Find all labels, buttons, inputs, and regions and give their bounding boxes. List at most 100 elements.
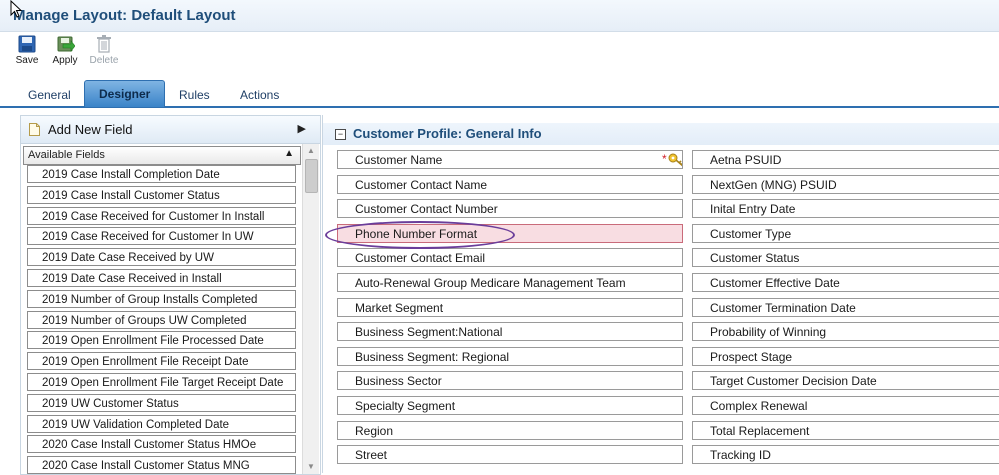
apply-label: Apply [52, 55, 78, 66]
available-field-item[interactable]: 2019 Open Enrollment File Processed Date [27, 331, 296, 350]
layout-field-region[interactable]: Region [337, 420, 683, 440]
scroll-down-icon[interactable]: ▼ [303, 460, 319, 474]
fields-scrollbar[interactable]: ▲ ▼ [302, 144, 319, 474]
tab-designer[interactable]: Designer [84, 80, 166, 107]
chevron-up-icon: ▲ [284, 148, 294, 159]
layout-field-label: Specialty Segment [355, 399, 456, 413]
collapse-icon[interactable]: − [335, 129, 346, 140]
layout-field-label: Market Segment [355, 300, 444, 315]
available-field-item[interactable]: 2020 Case Install Customer Status HMOe [27, 435, 296, 454]
available-field-item[interactable]: 2020 Case Install Customer Status MNG [27, 456, 296, 474]
layout-field-tracking-id[interactable]: Tracking ID [692, 445, 999, 465]
layout-field-phone-number-format[interactable]: Phone Number Format [337, 223, 683, 243]
add-new-field-button[interactable]: Add New Field ▶ [21, 116, 320, 144]
layout-field-label: Inital Entry Date [710, 202, 796, 217]
section-header: − Customer Profile: General Info [323, 123, 999, 145]
layout-field-label: Customer Termination Date [710, 300, 856, 315]
layout-field-specialty-segment[interactable]: Specialty Segment [337, 396, 683, 415]
available-field-item[interactable]: 2019 Open Enrollment File Receipt Date [27, 352, 296, 371]
delete-button[interactable]: Delete [87, 33, 121, 69]
tab-rules[interactable]: Rules [173, 84, 216, 106]
available-field-item[interactable]: 2019 Date Case Received in Install [27, 269, 296, 287]
layout-field-aetna-psuid[interactable]: Aetna PSUID [692, 150, 999, 169]
layout-field-label: Prospect Stage [710, 349, 793, 364]
layout-field-label: Probability of Winning [710, 325, 827, 340]
title-bar: Manage Layout: Default Layout [0, 0, 999, 32]
available-fields-header[interactable]: Available Fields ▲ [23, 146, 301, 165]
layout-designer-panel: − Customer Profile: General Info Custome… [322, 115, 999, 473]
mouse-pointer-icon [10, 0, 22, 18]
layout-field-label: Customer Name [355, 153, 443, 167]
section-title: Customer Profile: General Info [353, 126, 542, 141]
available-field-item[interactable]: 2019 UW Validation Completed Date [27, 414, 296, 433]
layout-field-label: Street [355, 448, 388, 463]
layout-field-target-customer-decision-date[interactable]: Target Customer Decision Date [692, 371, 999, 391]
layout-field-label: Business Segment:National [355, 325, 503, 340]
layout-field-auto-renewal-group-medicare-management-team[interactable]: Auto-Renewal Group Medicare Management T… [337, 273, 683, 292]
available-field-item[interactable]: 2019 Number of Groups UW Completed [27, 310, 296, 329]
layout-field-label: Total Replacement [710, 423, 810, 438]
delete-label: Delete [89, 55, 119, 66]
scroll-up-icon[interactable]: ▲ [303, 144, 319, 158]
layout-field-label: Complex Renewal [710, 399, 808, 413]
layout-field-customer-name[interactable]: Customer Name * [337, 150, 683, 169]
layout-field-inital-entry-date[interactable]: Inital Entry Date [692, 199, 999, 219]
page-title: Manage Layout: Default Layout [13, 7, 236, 24]
layout-field-customer-termination-date[interactable]: Customer Termination Date [692, 297, 999, 317]
apply-button[interactable]: Apply [48, 33, 82, 69]
save-button[interactable]: Save [10, 33, 44, 69]
available-field-item[interactable]: 2019 Case Received for Customer In Insta… [27, 206, 296, 225]
layout-field-label: Customer Contact Email [355, 251, 486, 266]
layout-field-street[interactable]: Street [337, 445, 683, 465]
layout-field-label: Aetna PSUID [710, 153, 782, 167]
layout-field-business-segment-regional[interactable]: Business Segment: Regional [337, 346, 683, 366]
scroll-thumb[interactable] [305, 159, 318, 193]
available-field-item[interactable]: 2019 Case Install Customer Status [27, 185, 296, 204]
layout-field-customer-contact-name[interactable]: Customer Contact Name [337, 174, 683, 194]
available-field-item[interactable]: 2019 Case Install Completion Date [27, 165, 296, 183]
layout-field-label: Target Customer Decision Date [710, 374, 877, 389]
apply-icon [57, 36, 75, 52]
layout-field-market-segment[interactable]: Market Segment [337, 297, 683, 317]
submenu-arrow-icon: ▶ [297, 123, 306, 135]
layout-field-customer-contact-number[interactable]: Customer Contact Number [337, 199, 683, 219]
layout-field-prospect-stage[interactable]: Prospect Stage [692, 346, 999, 366]
tab-actions[interactable]: Actions [234, 84, 285, 106]
layout-field-customer-contact-email[interactable]: Customer Contact Email [337, 248, 683, 268]
layout-field-label: Customer Type [710, 226, 792, 241]
layout-field-label: Customer Contact Number [355, 202, 498, 217]
layout-field-label: Business Segment: Regional [355, 349, 510, 364]
available-fields-label: Available Fields [28, 149, 105, 161]
available-fields-panel: Add New Field ▶ Available Fields ▲ 2019 … [20, 115, 321, 475]
layout-field-label: Customer Contact Name [355, 177, 488, 192]
layout-field-business-segment-national[interactable]: Business Segment:National [337, 322, 683, 342]
save-icon [18, 35, 36, 53]
layout-field-label: Business Sector [355, 374, 442, 389]
add-new-field-label: Add New Field [48, 122, 133, 137]
save-label: Save [15, 55, 39, 66]
layout-field-label: Region [355, 423, 394, 438]
layout-field-business-sector[interactable]: Business Sector [337, 371, 683, 391]
layout-field-label: Customer Status [710, 251, 800, 266]
available-field-item[interactable]: 2019 Number of Group Installs Completed [27, 289, 296, 308]
tab-general[interactable]: General [22, 84, 77, 106]
layout-field-label: Auto-Renewal Group Medicare Management T… [355, 276, 626, 290]
layout-field-total-replacement[interactable]: Total Replacement [692, 420, 999, 440]
trash-icon [97, 35, 111, 53]
layout-field-customer-type[interactable]: Customer Type [692, 223, 999, 243]
layout-field-customer-status[interactable]: Customer Status [692, 248, 999, 268]
layout-field-customer-effective-date[interactable]: Customer Effective Date [692, 273, 999, 292]
available-field-item[interactable]: 2019 Date Case Received by UW [27, 248, 296, 267]
key-icon [668, 153, 682, 167]
layout-field-probability-of-winning[interactable]: Probability of Winning [692, 322, 999, 342]
required-marker: * [662, 152, 667, 166]
tab-bar: General Designer Rules Actions [0, 80, 999, 108]
layout-field-complex-renewal[interactable]: Complex Renewal [692, 396, 999, 415]
new-document-icon [29, 123, 40, 136]
available-field-item[interactable]: 2019 Open Enrollment File Target Receipt… [27, 373, 296, 391]
available-field-item[interactable]: 2019 UW Customer Status [27, 393, 296, 412]
layout-field-label: Customer Effective Date [710, 276, 840, 290]
available-field-item[interactable]: 2019 Case Received for Customer In UW [27, 227, 296, 246]
layout-field-nextgen-mng-psuid[interactable]: NextGen (MNG) PSUID [692, 174, 999, 194]
toolbar: Save Apply Delete [0, 33, 999, 71]
